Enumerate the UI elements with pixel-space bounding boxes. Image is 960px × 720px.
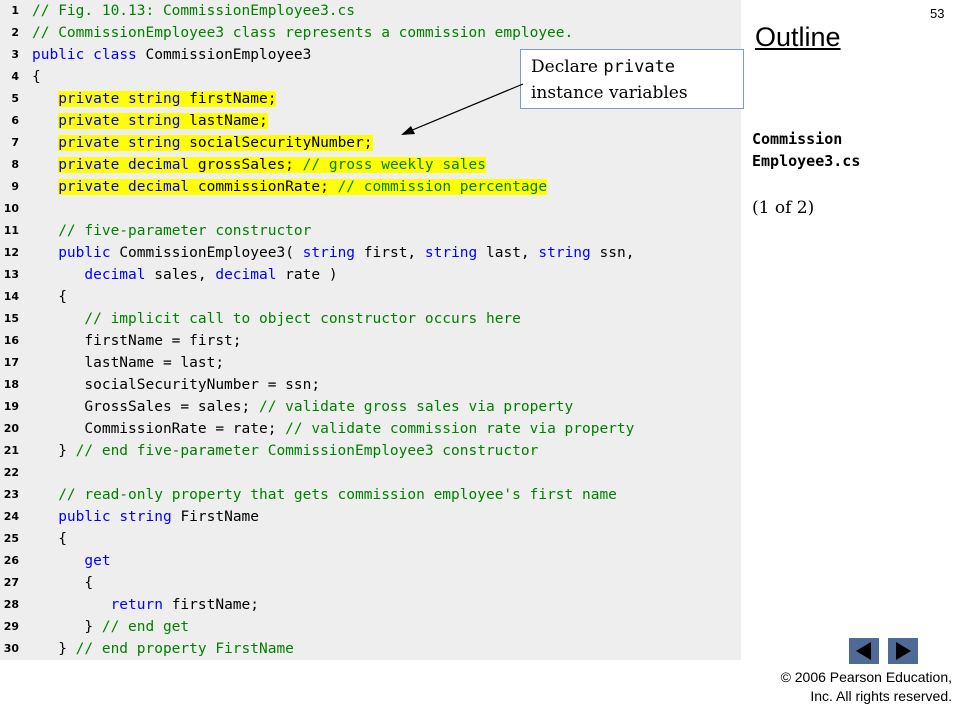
next-slide-button[interactable] [888,638,918,664]
copyright-notice: © 2006 Pearson Education, Inc. All right… [760,668,952,706]
file-label: Commission Employee3.cs [752,128,860,172]
callout-arrow [401,83,524,135]
copyright-line1: © 2006 Pearson Education, [780,669,952,685]
triangle-left-icon [856,642,871,660]
copyright-line2: Inc. All rights reserved. [810,688,952,704]
file-label-line1: Commission [752,130,843,148]
outline-title: Outline [755,22,841,52]
triangle-right-icon [896,642,911,660]
file-label-line2: Employee3.cs [752,152,861,170]
slide-number: 53 [930,6,945,21]
page-indicator: (1 of 2) [752,198,815,218]
previous-slide-button[interactable] [849,638,879,664]
